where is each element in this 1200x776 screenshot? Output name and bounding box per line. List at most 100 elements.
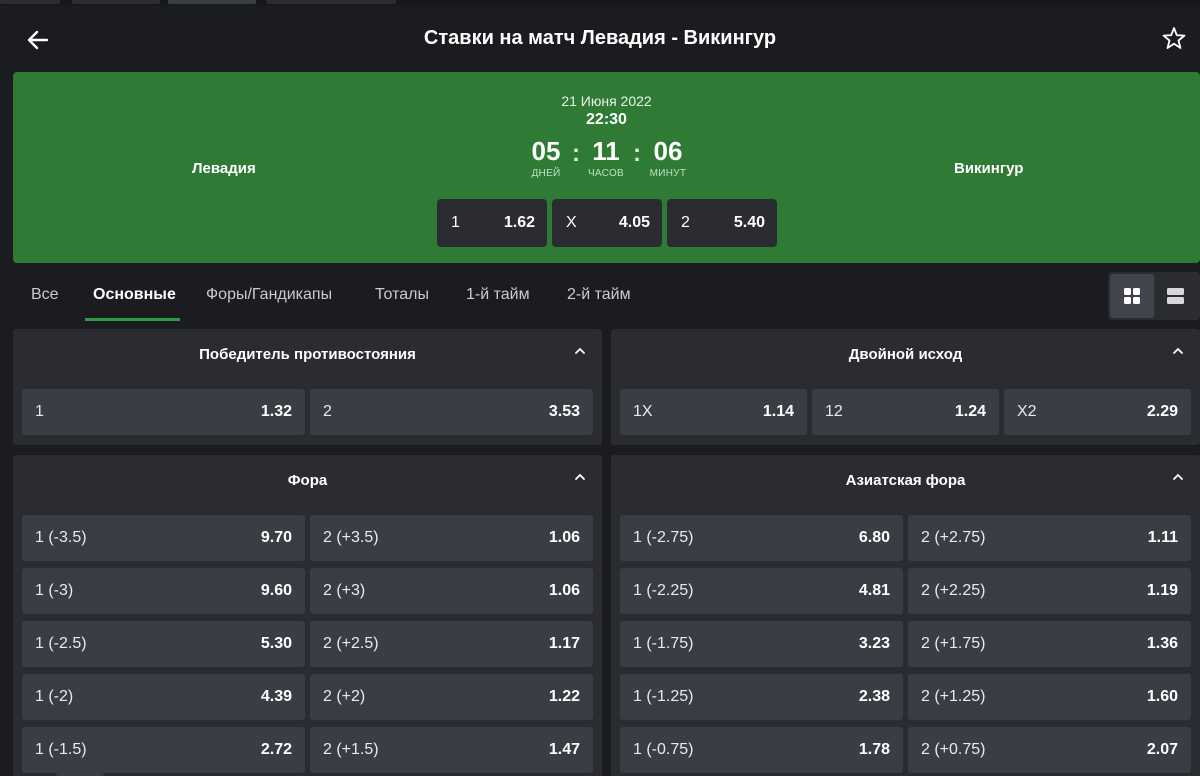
collapse-button[interactable] <box>572 344 588 358</box>
page-header: Ставки на матч Левадия - Викингур <box>0 5 1200 73</box>
favorite-button[interactable] <box>1160 25 1188 53</box>
list-view-button[interactable] <box>1154 274 1198 318</box>
tab-totals[interactable]: Тоталы <box>375 286 429 304</box>
tab-second-half[interactable]: 2-й тайм <box>567 286 631 304</box>
asian-handicap-market: Азиатская фора 1 (-2.75) 6.80 2 (+2.75) 1.… <box>611 455 1200 776</box>
grid-view-button[interactable] <box>1110 274 1154 318</box>
odd-button[interactable]: 2 (+3) 1.06 <box>310 568 593 614</box>
odd-button[interactable]: 1 (-0.75) 1.78 <box>620 727 903 773</box>
odd-button[interactable]: 1 (-2.25) 4.81 <box>620 568 903 614</box>
odd-value: 1.36 <box>1146 635 1178 652</box>
odd-value: 1.17 <box>548 635 580 652</box>
odd-label: X2 <box>1017 403 1037 420</box>
odd-button[interactable]: 1 (-2.75) 6.80 <box>620 515 903 561</box>
odd-label: 1 (-2.75) <box>633 529 694 546</box>
odd-label: 2 (+2) <box>323 688 366 705</box>
countdown-timer: 05 ДНЕЙ : 11 ЧАСОВ : 06 МИНУТ <box>13 136 1200 182</box>
match-date: 21 Июня 2022 <box>561 93 652 109</box>
odd-label: 2 (+2.25) <box>921 582 986 599</box>
chevron-up-icon <box>1173 347 1183 354</box>
odd-value: 1.22 <box>548 688 580 705</box>
odd-label: 1 (-2) <box>35 688 74 705</box>
market-title: Победитель противостояния <box>199 346 416 363</box>
match-time: 22:30 <box>586 111 627 128</box>
odd-button[interactable]: 1X 1.14 <box>620 389 807 435</box>
odd-button[interactable]: 2 (+1.75) 1.36 <box>908 621 1191 667</box>
odd-button[interactable]: X2 2.29 <box>1004 389 1191 435</box>
chevron-up-icon <box>575 473 585 480</box>
odd-label: 2 (+3) <box>323 582 366 599</box>
odd-value: 5.30 <box>260 635 292 652</box>
handicap-market: Фора 1 (-3.5) 9.70 2 (+3.5) 1.06 1 (-3) 9.6… <box>13 455 602 776</box>
odd-label: 1 <box>35 403 44 420</box>
collapse-button[interactable] <box>1170 470 1186 484</box>
odd-button-home[interactable]: 1 1.62 <box>437 199 547 247</box>
tab-handicaps[interactable]: Форы/Гандикапы <box>206 286 332 304</box>
chevron-up-icon <box>1173 473 1183 480</box>
countdown-hours-value: 11 <box>592 136 620 166</box>
countdown-days-value: 05 <box>531 136 561 166</box>
countdown-minutes-value: 06 <box>653 136 683 166</box>
odd-button[interactable]: 2 (+2.25) 1.19 <box>908 568 1191 614</box>
odd-label: 2 (+3.5) <box>323 529 379 546</box>
odd-label: 2 (+1.5) <box>323 741 379 758</box>
odd-button[interactable]: 2 3.53 <box>310 389 593 435</box>
odd-label: 1 (-2.5) <box>35 635 87 652</box>
odd-button[interactable]: 1 (-1.25) 2.38 <box>620 674 903 720</box>
odd-button[interactable]: 1 (-1.75) 3.23 <box>620 621 903 667</box>
collapse-button[interactable] <box>572 470 588 484</box>
countdown-hours: 11 ЧАСОВ <box>576 136 636 179</box>
odd-value: 2.38 <box>858 688 890 705</box>
odd-label: X <box>566 214 577 231</box>
odd-label: 1 (-2.25) <box>633 582 694 599</box>
odd-button[interactable]: 1 (-3) 9.60 <box>22 568 305 614</box>
tab-all[interactable]: Все <box>31 286 59 304</box>
odd-button[interactable]: 1 (-2) 4.39 <box>22 674 305 720</box>
odd-button[interactable]: 1 1.32 <box>22 389 305 435</box>
odd-label: 2 (+2.5) <box>323 635 379 652</box>
odd-value: 4.39 <box>260 688 292 705</box>
collapse-button[interactable] <box>1170 344 1186 358</box>
market-title: Фора <box>287 472 328 489</box>
odd-button[interactable]: 2 (+0.75) 2.07 <box>908 727 1191 773</box>
odd-label: 2 <box>323 403 332 420</box>
odd-button[interactable]: 2 (+3.5) 1.06 <box>310 515 593 561</box>
odd-button[interactable]: 12 1.24 <box>812 389 999 435</box>
odd-value: 1.24 <box>954 403 986 420</box>
odd-button[interactable]: 2 (+1.5) 1.47 <box>310 727 593 773</box>
grid-icon <box>1124 288 1140 304</box>
match-card: Левадия Викингур 21 Июня 2022 22:30 05 Д… <box>13 72 1200 263</box>
odd-button-away[interactable]: 2 5.40 <box>667 199 777 247</box>
odd-label: 1 (-3) <box>35 582 74 599</box>
odd-button[interactable]: 2 (+2) 1.22 <box>310 674 593 720</box>
countdown-minutes: 06 МИНУТ <box>638 136 698 179</box>
odd-button[interactable]: 2 (+2.5) 1.17 <box>310 621 593 667</box>
odd-button-draw[interactable]: X 4.05 <box>552 199 662 247</box>
odd-value: 5.40 <box>733 214 765 231</box>
tab-first-half[interactable]: 1-й тайм <box>466 286 530 304</box>
odd-value: 9.60 <box>260 582 292 599</box>
odd-label: 12 <box>825 403 843 420</box>
odd-button[interactable]: 1 (-2.5) 5.30 <box>22 621 305 667</box>
odd-value: 4.05 <box>618 214 650 231</box>
odd-value: 3.23 <box>858 635 890 652</box>
countdown-minutes-label: МИНУТ <box>649 168 687 179</box>
odd-button[interactable]: 1 (-1.5) 2.72 <box>22 727 305 773</box>
odd-button[interactable]: 2 (+1.25) 1.60 <box>908 674 1191 720</box>
odd-label: 1 <box>451 214 460 231</box>
winner-market: Победитель противостояния 1 1.32 2 3.53 <box>13 329 602 445</box>
odd-button[interactable]: 1 (-3.5) 9.70 <box>22 515 305 561</box>
odd-label: 2 (+1.75) <box>921 635 986 652</box>
market-tabs: Все Основные Форы/Гандикапы Тоталы 1-й т… <box>13 272 1200 322</box>
countdown-hours-label: ЧАСОВ <box>587 168 625 179</box>
page-title: Ставки на матч Левадия - Викингур <box>423 27 777 49</box>
odd-value: 1.62 <box>503 214 535 231</box>
active-tab-indicator <box>85 318 180 321</box>
odd-value: 1.32 <box>260 403 292 420</box>
odd-value: 1.11 <box>1147 529 1178 546</box>
odd-value: 1.06 <box>548 529 580 546</box>
odd-button[interactable]: 2 (+2.75) 1.11 <box>908 515 1191 561</box>
odd-label: 2 (+2.75) <box>921 529 986 546</box>
tab-main[interactable]: Основные <box>93 286 176 304</box>
star-icon <box>1162 27 1186 49</box>
